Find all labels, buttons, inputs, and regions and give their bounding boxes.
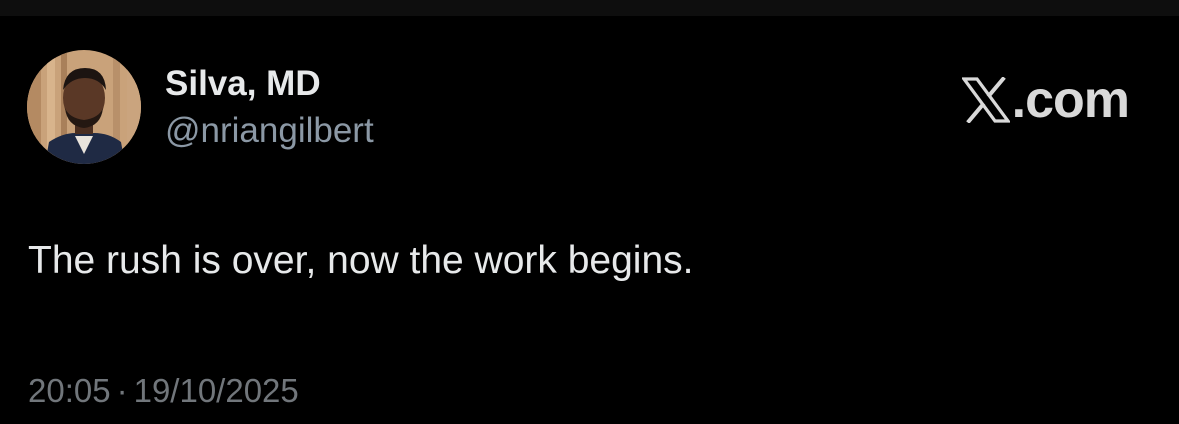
brand-text: .com (1011, 71, 1130, 129)
x-logo-icon (961, 77, 1010, 123)
avatar-image (27, 50, 141, 164)
tweet-card: Silva, MD @nriangilbert .com The rush is… (0, 16, 1179, 424)
author-handle[interactable]: @nriangilbert (165, 111, 374, 151)
tweet-text: The rush is over, now the work begins. (28, 239, 694, 282)
timestamp-separator: · (116, 372, 128, 409)
tweet-time: 20:05 (28, 372, 111, 409)
brand-watermark: .com (961, 71, 1130, 129)
tweet-timestamp[interactable]: 20:05 · 19/10/2025 (28, 372, 299, 410)
tweet-date: 19/10/2025 (133, 372, 299, 409)
top-strip (0, 0, 1179, 16)
avatar[interactable] (27, 50, 141, 164)
author-name[interactable]: Silva, MD (165, 64, 321, 104)
